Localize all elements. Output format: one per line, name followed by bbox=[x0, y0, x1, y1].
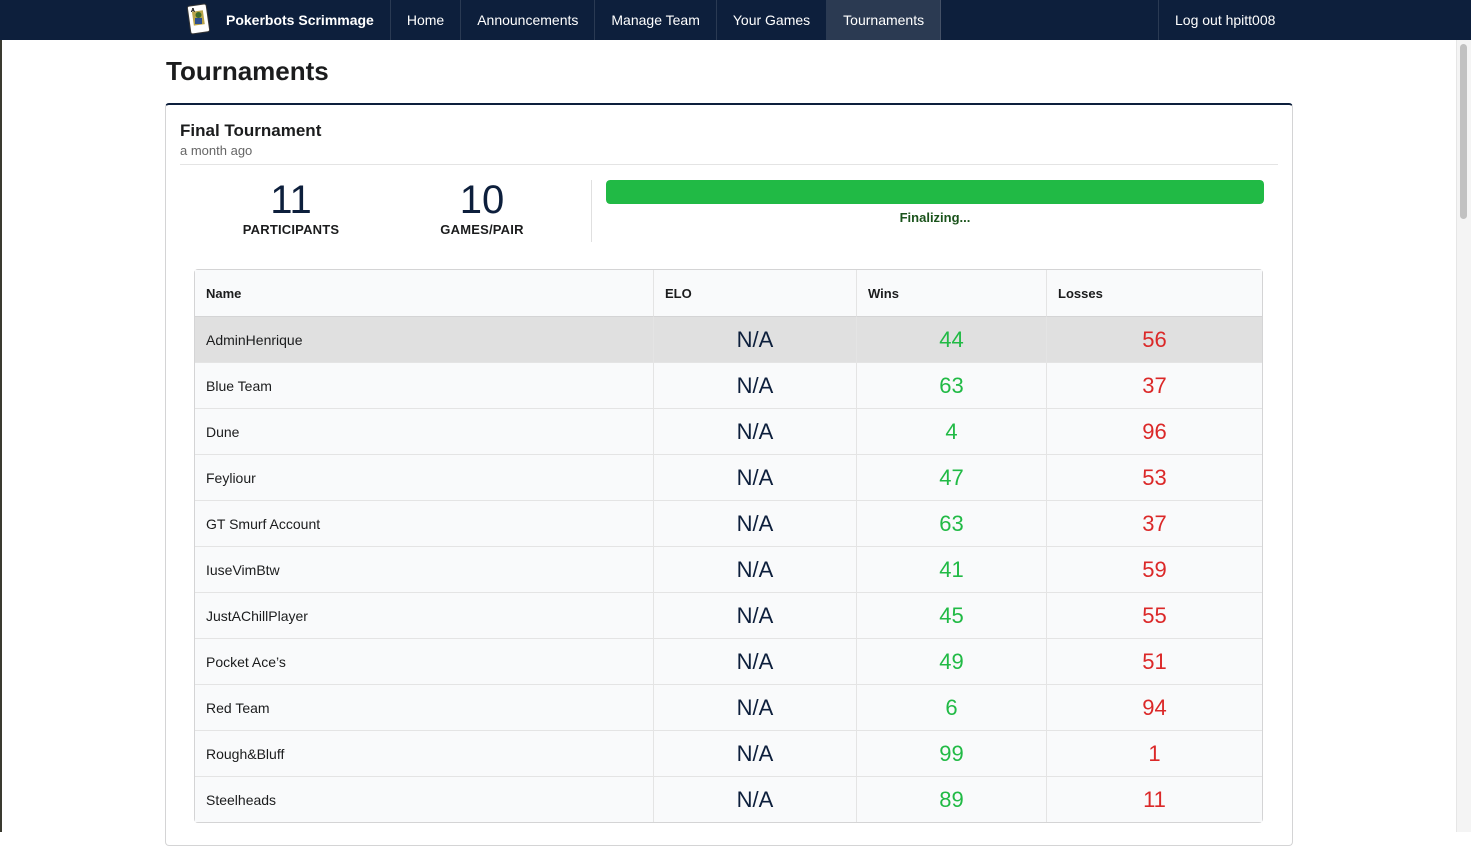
elo-cell: N/A bbox=[653, 730, 856, 776]
losses-cell: 94 bbox=[1046, 684, 1262, 730]
table-row[interactable]: AdminHenrique N/A 44 56 bbox=[195, 317, 1262, 362]
table-row[interactable]: Dune N/A 4 96 bbox=[195, 408, 1262, 454]
losses-cell: 1 bbox=[1046, 730, 1262, 776]
column-header-elo[interactable]: ELO bbox=[653, 270, 856, 317]
progress-fill bbox=[606, 180, 1264, 204]
participants-label: PARTICIPANTS bbox=[242, 222, 340, 237]
wins-cell: 99 bbox=[856, 730, 1046, 776]
nav-manage-team[interactable]: Manage Team bbox=[595, 0, 717, 40]
participants-stat: 11 PARTICIPANTS bbox=[226, 178, 356, 237]
elo-cell: N/A bbox=[653, 546, 856, 592]
table-row[interactable]: Steelheads N/A 89 11 bbox=[195, 776, 1262, 822]
stats-divider bbox=[591, 180, 592, 242]
losses-cell: 53 bbox=[1046, 454, 1262, 500]
losses-cell: 56 bbox=[1046, 317, 1262, 362]
table-row[interactable]: JustAChillPlayer N/A 45 55 bbox=[195, 592, 1262, 638]
tournament-time: a month ago bbox=[180, 143, 253, 158]
table-row[interactable]: GT Smurf Account N/A 63 37 bbox=[195, 500, 1262, 546]
playing-card-logo-icon: A bbox=[186, 3, 212, 37]
team-name-cell: Steelheads bbox=[195, 776, 653, 822]
wins-cell: 4 bbox=[856, 408, 1046, 454]
table-row[interactable]: Feyliour N/A 47 53 bbox=[195, 454, 1262, 500]
wins-cell: 44 bbox=[856, 317, 1046, 362]
brand-link[interactable]: A Pokerbots Scrimmage bbox=[172, 0, 391, 40]
logout-link[interactable]: Log out hpitt008 bbox=[1158, 0, 1291, 40]
tournament-name: Final Tournament bbox=[180, 121, 322, 140]
table-row[interactable]: Red Team N/A 6 94 bbox=[195, 684, 1262, 730]
nav-home[interactable]: Home bbox=[391, 0, 462, 40]
elo-cell: N/A bbox=[653, 776, 856, 822]
losses-cell: 11 bbox=[1046, 776, 1262, 822]
elo-cell: N/A bbox=[653, 638, 856, 684]
wins-cell: 41 bbox=[856, 546, 1046, 592]
table-row[interactable]: Blue Team N/A 63 37 bbox=[195, 362, 1262, 408]
team-name-cell: Blue Team bbox=[195, 362, 653, 408]
losses-cell: 59 bbox=[1046, 546, 1262, 592]
brand-name: Pokerbots Scrimmage bbox=[226, 12, 374, 28]
elo-cell: N/A bbox=[653, 500, 856, 546]
games-per-pair-label: GAMES/PAIR bbox=[440, 222, 524, 237]
header-divider bbox=[180, 164, 1278, 165]
tournament-card: Final Tournament a month ago 11 PARTICIP… bbox=[165, 103, 1293, 846]
team-name-cell: Red Team bbox=[195, 684, 653, 730]
column-header-losses[interactable]: Losses bbox=[1046, 270, 1262, 317]
wins-cell: 47 bbox=[856, 454, 1046, 500]
wins-cell: 6 bbox=[856, 684, 1046, 730]
desktop-edge bbox=[0, 0, 2, 832]
nav-tournaments[interactable]: Tournaments bbox=[827, 0, 942, 40]
losses-cell: 37 bbox=[1046, 500, 1262, 546]
elo-cell: N/A bbox=[653, 317, 856, 362]
column-header-wins[interactable]: Wins bbox=[856, 270, 1046, 317]
team-name-cell: GT Smurf Account bbox=[195, 500, 653, 546]
team-name-cell: JustAChillPlayer bbox=[195, 592, 653, 638]
games-per-pair-value: 10 bbox=[459, 178, 505, 222]
tournament-header: Final Tournament a month ago bbox=[180, 121, 321, 158]
wins-cell: 63 bbox=[856, 362, 1046, 408]
results-table: Name ELO Wins Losses AdminHenrique N/A 44 5… bbox=[194, 269, 1263, 823]
progress-bar bbox=[606, 180, 1264, 204]
nav-your-games[interactable]: Your Games bbox=[717, 0, 828, 40]
table-row[interactable]: IuseVimBtw N/A 41 59 bbox=[195, 546, 1262, 592]
page-title: Tournaments bbox=[166, 56, 329, 86]
team-name-cell: Rough&Bluff bbox=[195, 730, 653, 776]
participants-value: 11 bbox=[270, 178, 312, 222]
scrollbar-thumb[interactable] bbox=[1460, 44, 1467, 219]
column-header-name[interactable]: Name bbox=[195, 270, 653, 317]
top-navbar: A Pokerbots Scrimmage Home Announcements… bbox=[0, 0, 1471, 40]
elo-cell: N/A bbox=[653, 684, 856, 730]
table-row[interactable]: Rough&Bluff N/A 99 1 bbox=[195, 730, 1262, 776]
table-body: AdminHenrique N/A 44 56 Blue Team N/A 63 37 Dune… bbox=[195, 317, 1262, 822]
vertical-scrollbar[interactable] bbox=[1456, 40, 1471, 832]
team-name-cell: Feyliour bbox=[195, 454, 653, 500]
nav-announcements[interactable]: Announcements bbox=[461, 0, 596, 40]
wins-cell: 45 bbox=[856, 592, 1046, 638]
svg-text:A: A bbox=[191, 8, 195, 14]
progress-label: Finalizing... bbox=[899, 210, 971, 225]
wins-cell: 89 bbox=[856, 776, 1046, 822]
nav-menu: A Pokerbots Scrimmage Home Announcements… bbox=[172, 0, 942, 40]
team-name-cell: Pocket Ace’s bbox=[195, 638, 653, 684]
losses-cell: 96 bbox=[1046, 408, 1262, 454]
elo-cell: N/A bbox=[653, 592, 856, 638]
games-per-pair-stat: 10 GAMES/PAIR bbox=[417, 178, 547, 237]
elo-cell: N/A bbox=[653, 408, 856, 454]
table-header-row: Name ELO Wins Losses bbox=[195, 270, 1262, 317]
losses-cell: 55 bbox=[1046, 592, 1262, 638]
team-name-cell: Dune bbox=[195, 408, 653, 454]
losses-cell: 37 bbox=[1046, 362, 1262, 408]
team-name-cell: IuseVimBtw bbox=[195, 546, 653, 592]
wins-cell: 63 bbox=[856, 500, 1046, 546]
losses-cell: 51 bbox=[1046, 638, 1262, 684]
team-name-cell: AdminHenrique bbox=[195, 317, 653, 362]
elo-cell: N/A bbox=[653, 454, 856, 500]
table-row[interactable]: Pocket Ace’s N/A 49 51 bbox=[195, 638, 1262, 684]
elo-cell: N/A bbox=[653, 362, 856, 408]
wins-cell: 49 bbox=[856, 638, 1046, 684]
